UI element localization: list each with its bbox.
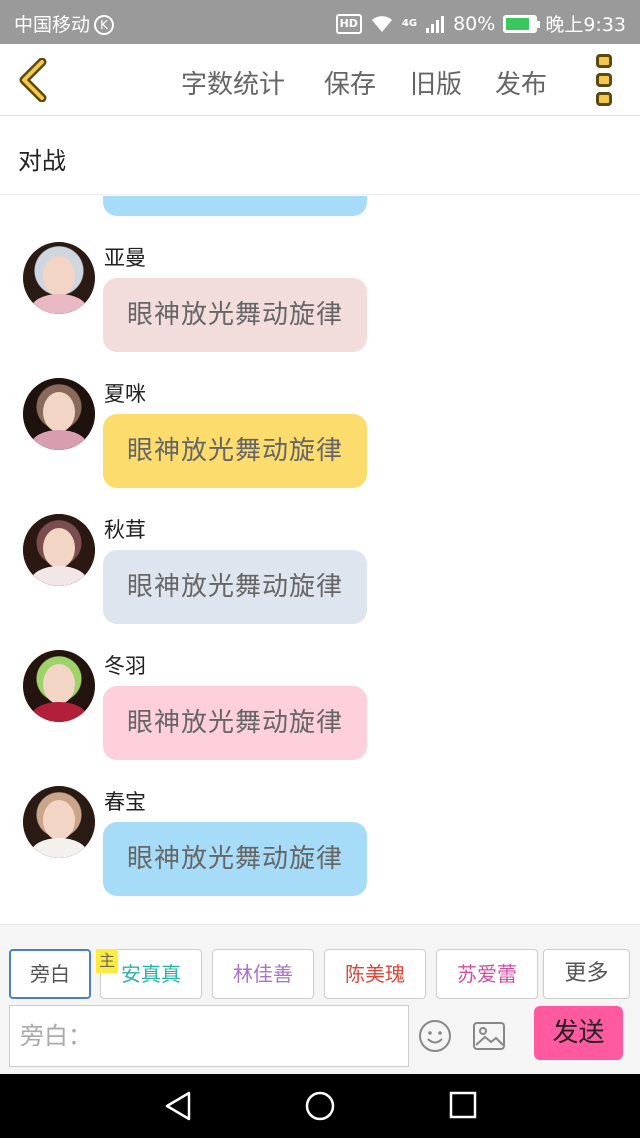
main-role-badge: 主 [96, 949, 118, 973]
message-item[interactable]: 亚曼 眼神放光舞动旋律 [0, 242, 640, 372]
title-bar: 对战 [0, 117, 640, 195]
message-item[interactable]: 夏咪 眼神放光舞动旋律 [0, 378, 640, 508]
sender-name: 秋茸 [104, 518, 146, 542]
sender-name: 亚曼 [104, 246, 146, 270]
message-bubble[interactable]: 眼神放光舞动旋律 [103, 822, 367, 896]
sender-name: 冬羽 [104, 654, 146, 678]
carrier-label: 中国移动 [14, 14, 91, 36]
message-bubble[interactable]: 眼神放光舞动旋律 [103, 278, 367, 352]
clock: 晚上9:33 [545, 14, 626, 36]
signal-icon [426, 15, 445, 33]
avatar[interactable] [23, 242, 95, 314]
avatar[interactable] [23, 378, 95, 450]
battery-icon [503, 14, 541, 33]
message-input[interactable]: 旁白： [9, 1005, 409, 1067]
home-nav-icon[interactable] [304, 1090, 336, 1122]
send-button[interactable]: 发送 [534, 1006, 623, 1060]
avatar[interactable] [23, 514, 95, 586]
wifi-icon [371, 15, 392, 32]
emoji-icon[interactable] [418, 1019, 452, 1053]
partial-message-bubble [103, 196, 367, 216]
page-title[interactable]: 对战 [18, 141, 66, 176]
back-nav-icon[interactable] [163, 1090, 193, 1122]
status-bar: 中国移动 K HD 4G 80% 晚上9:33 [0, 0, 640, 44]
battery-fill [506, 17, 529, 30]
top-nav: 字数统计 保存 旧版 发布 [0, 44, 640, 116]
old-version-button[interactable]: 旧版 [410, 64, 462, 101]
role-chip-c2[interactable]: 林佳善 [212, 949, 314, 999]
avatar[interactable] [23, 650, 95, 722]
avatar[interactable] [23, 786, 95, 858]
carrier: 中国移动 K [14, 10, 115, 37]
message-bubble[interactable]: 眼神放光舞动旋律 [103, 550, 367, 624]
message-item[interactable]: 冬羽 眼神放光舞动旋律 [0, 650, 640, 780]
message-item[interactable]: 春宝 眼神放光舞动旋律 [0, 786, 640, 916]
sender-name: 春宝 [104, 790, 146, 814]
more-menu-icon[interactable] [596, 54, 614, 106]
battery-percent: 80% [453, 12, 496, 35]
system-nav-bar [0, 1074, 640, 1138]
word-count-button[interactable]: 字数统计 [181, 64, 285, 101]
image-icon[interactable] [472, 1021, 506, 1051]
role-chip-narration[interactable]: 旁白 [9, 949, 91, 999]
network-type: 4G [401, 18, 418, 29]
message-item[interactable]: 秋茸 眼神放光舞动旋律 [0, 514, 640, 644]
composer: 旁白 安真真 主 林佳善 陈美瑰 苏爱蕾 更多 旁白： 发送 [0, 924, 640, 1074]
hd-icon: HD [335, 13, 362, 34]
back-arrow-icon[interactable] [16, 58, 50, 102]
role-chip-c4[interactable]: 苏爱蕾 [436, 949, 538, 999]
k-badge-icon: K [94, 15, 115, 35]
recents-nav-icon[interactable] [448, 1090, 478, 1120]
more-roles-button[interactable]: 更多 [543, 949, 630, 999]
status-right: HD 4G 80% 晚上9:33 [335, 10, 626, 37]
sender-name: 夏咪 [104, 382, 146, 406]
role-chip-c3[interactable]: 陈美瑰 [324, 949, 426, 999]
chat-area[interactable]: 亚曼 眼神放光舞动旋律 夏咪 眼神放光舞动旋律 秋茸 眼神放光舞动旋律 冬羽 眼… [0, 196, 640, 924]
publish-button[interactable]: 发布 [495, 64, 547, 101]
message-bubble[interactable]: 眼神放光舞动旋律 [103, 686, 367, 760]
message-bubble[interactable]: 眼神放光舞动旋律 [103, 414, 367, 488]
save-button[interactable]: 保存 [324, 64, 376, 101]
